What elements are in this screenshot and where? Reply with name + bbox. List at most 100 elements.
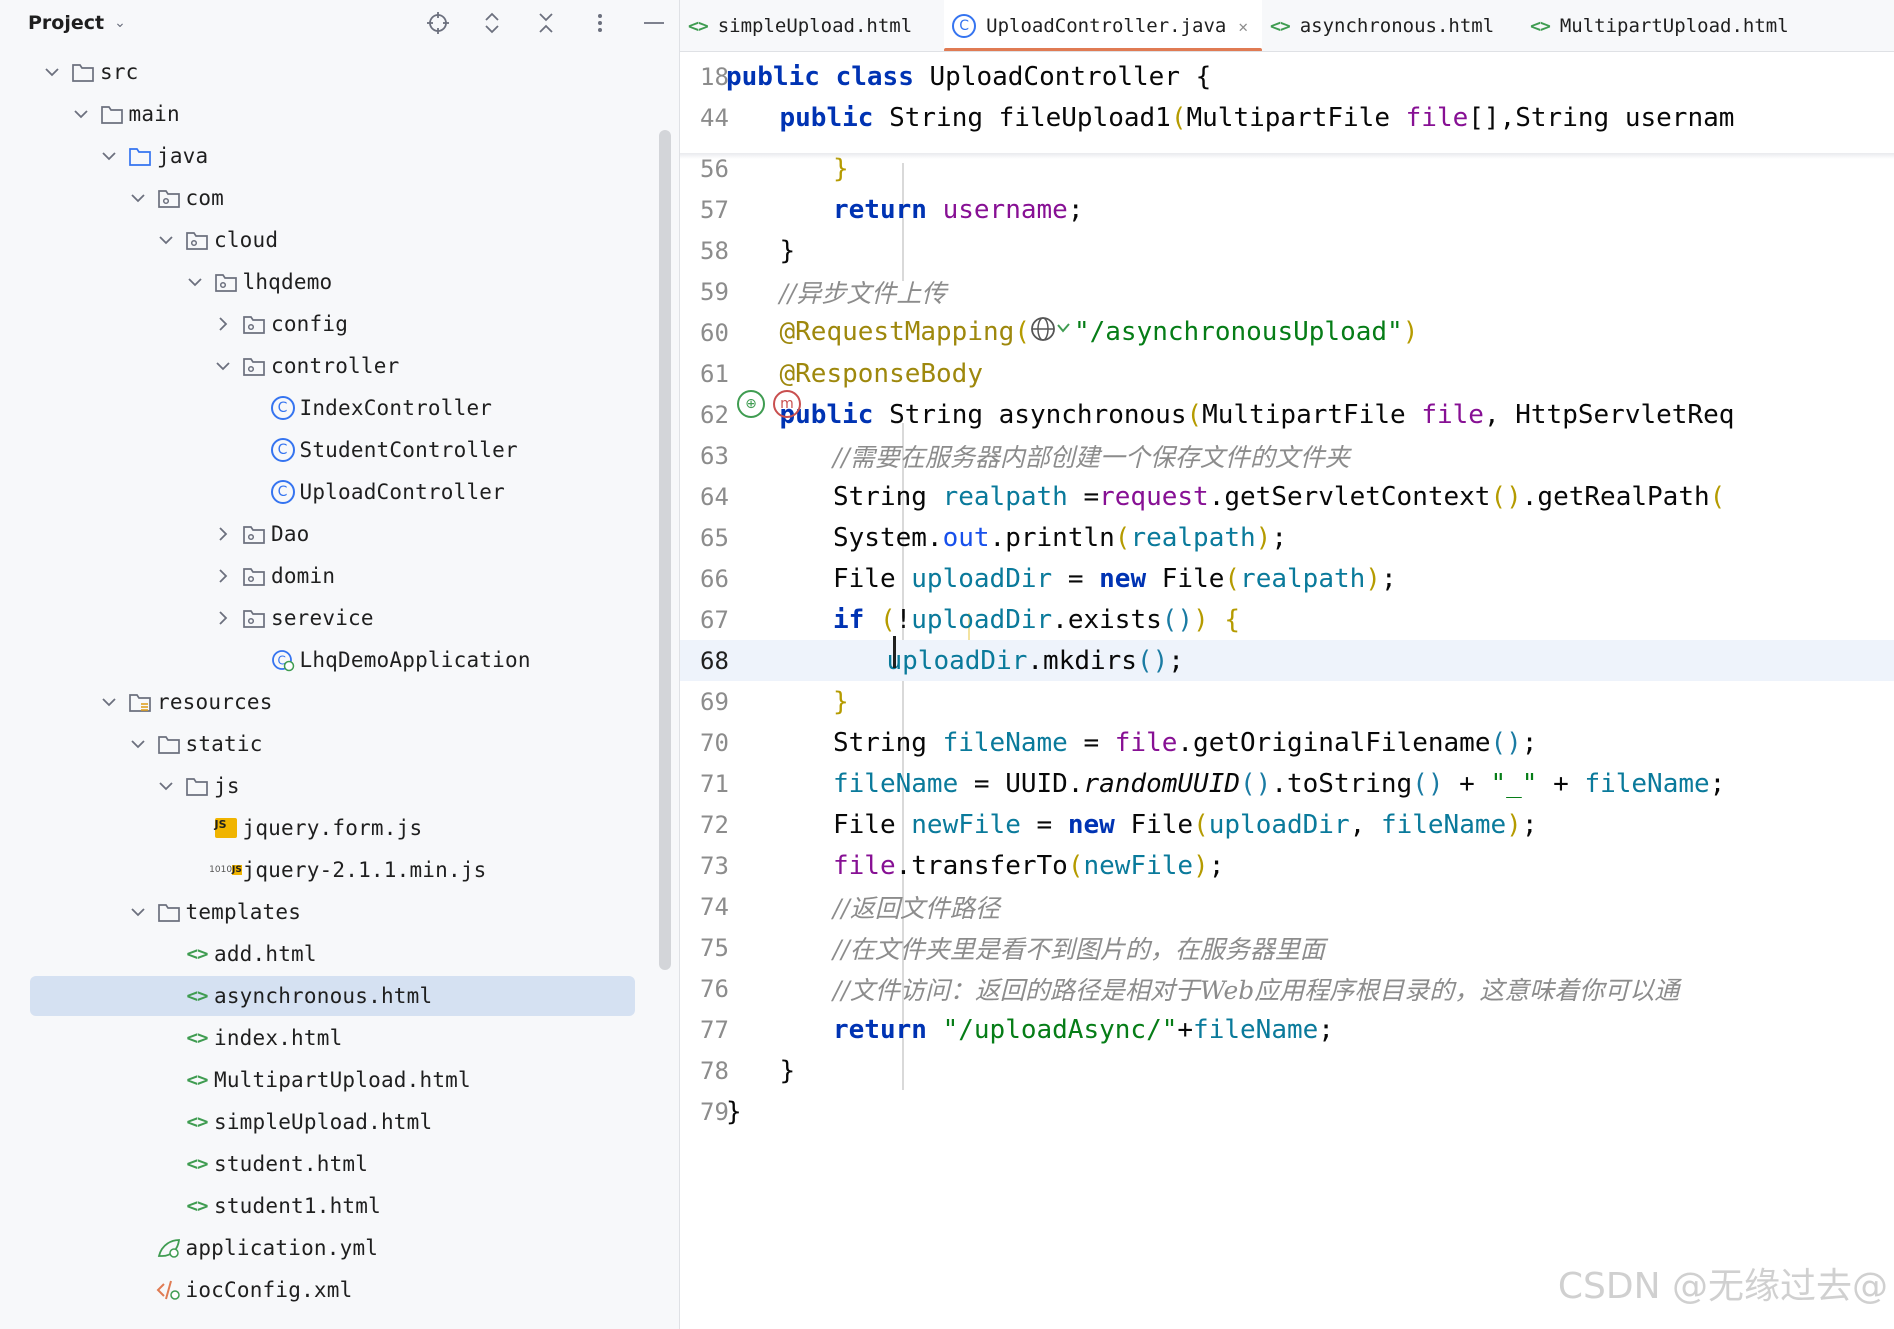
code-line[interactable]: 61 @ResponseBody (680, 353, 1894, 394)
tree-item[interactable]: <> index.html (0, 1017, 659, 1059)
code-line[interactable]: 77 return "/uploadAsync/"+fileName; (680, 1009, 1894, 1050)
tree-item[interactable]: <> simpleUpload.html (0, 1101, 659, 1143)
chevron-down-icon[interactable] (97, 150, 121, 162)
chevron-down-icon[interactable] (126, 738, 150, 750)
tree-item[interactable]: com (0, 177, 659, 219)
tree-item[interactable]: <> asynchronous.html (0, 975, 659, 1017)
code-line[interactable]: 65 System.out.println(realpath); (680, 517, 1894, 558)
chevron-right-icon[interactable] (211, 610, 235, 626)
code-line[interactable]: 69} (680, 681, 1894, 722)
chevron-down-icon[interactable] (40, 66, 64, 78)
tab-uploadcontroller-java[interactable]: C UploadController.java ✕ (944, 0, 1263, 51)
tab-multipartupload-html[interactable]: <> MultipartUpload.html (1522, 0, 1802, 51)
tree-item[interactable]: src (0, 51, 659, 93)
tree-item[interactable]: 1010JS jquery-2.1.1.min.js (0, 849, 659, 891)
code-line[interactable]: 60 @RequestMapping("/asynchronousUpload") (680, 312, 1894, 353)
locate-icon[interactable] (425, 10, 451, 36)
chevron-down-icon[interactable] (97, 696, 121, 708)
collapse-all-icon[interactable] (533, 10, 559, 36)
tree-item[interactable]: C StudentController (0, 429, 659, 471)
code-text: //需要在服务器内部创建一个保存文件的文件夹 (833, 438, 1350, 474)
tree-item[interactable]: cloud (0, 219, 659, 261)
hide-panel-icon[interactable] (641, 10, 667, 36)
tree-item[interactable]: C UploadController (0, 471, 659, 513)
chevron-down-icon[interactable] (211, 360, 235, 372)
code-line[interactable]: 78} (680, 1050, 1894, 1091)
expand-all-icon[interactable] (479, 10, 505, 36)
sticky-code-line[interactable]: 44 public String fileUpload1(MultipartFil… (680, 97, 1894, 138)
sticky-code-line[interactable]: 18 public class UploadController { (680, 56, 1894, 97)
chevron-down-icon[interactable] (183, 276, 207, 288)
web-endpoint-icon[interactable]: ⊕ (737, 390, 765, 418)
tree-item[interactable]: config (0, 303, 659, 345)
tree-item[interactable]: domin (0, 555, 659, 597)
code-token: .toString (1271, 768, 1413, 799)
tree-item[interactable]: C IndexController (0, 387, 659, 429)
chevron-right-icon[interactable] (211, 568, 235, 584)
code-line[interactable]: 63 //需要在服务器内部创建一个保存文件的文件夹 (680, 435, 1894, 476)
tab-simpleupload-html[interactable]: <> simpleUpload.html (680, 0, 926, 51)
code-line[interactable]: 66 File uploadDir = new File(realpath); (680, 558, 1894, 599)
chevron-down-icon[interactable] (154, 234, 178, 246)
code-editor[interactable]: 18 public class UploadController {44 publi… (680, 53, 1894, 1329)
code-text: //返回文件路径 (833, 889, 1000, 925)
more-options-icon[interactable] (587, 10, 613, 36)
chevron-down-icon[interactable] (126, 192, 150, 204)
tree-item-label: com (185, 186, 225, 210)
tab-asynchronous-html[interactable]: <> asynchronous.html (1262, 0, 1508, 51)
tree-item[interactable]: main (0, 93, 659, 135)
tree-item[interactable]: js (0, 765, 659, 807)
tree-item[interactable]: JS jquery.form.js (0, 807, 659, 849)
code-line[interactable]: 59 //异步文件上传 (680, 271, 1894, 312)
code-token: randomUUID (1083, 768, 1241, 799)
tree-item-label: student.html (214, 1152, 369, 1176)
chevron-down-icon[interactable] (154, 780, 178, 792)
code-line[interactable]: 58} (680, 230, 1894, 271)
code-line[interactable]: 75 //在文件夹里是看不到图片的，在服务器里面 (680, 927, 1894, 968)
code-line[interactable]: 68 uploadDir.mkdirs(); (680, 640, 1894, 681)
tree-item[interactable]: <> MultipartUpload.html (0, 1059, 659, 1101)
code-line[interactable]: 67 if (!uploadDir.exists()) { (680, 599, 1894, 640)
tree-item[interactable]: C LhqDemoApplication (0, 639, 659, 681)
tree-scrollbar[interactable] (659, 130, 671, 970)
code-line[interactable]: 72 File newFile = new File(uploadDir, fil… (680, 804, 1894, 845)
code-token: ( (1170, 102, 1187, 133)
code-line[interactable]: 73 file.transferTo(newFile); (680, 845, 1894, 886)
code-line[interactable]: 57 return username; (680, 189, 1894, 230)
code-line[interactable]: 70 String fileName = file.getOriginalFile… (680, 722, 1894, 763)
code-token: ; (1168, 645, 1184, 676)
code-line[interactable]: 76 //文件访问：返回的路径是相对于Web应用程序根目录的，这意味着你可以通 (680, 968, 1894, 1009)
tree-item[interactable]: application.yml (0, 1227, 659, 1269)
code-line[interactable]: 79} (680, 1091, 1894, 1132)
code-token: "_" (1490, 768, 1538, 799)
tree-item[interactable]: static (0, 723, 659, 765)
chevron-down-icon[interactable] (126, 906, 150, 918)
chevron-right-icon[interactable] (211, 316, 235, 332)
tree-item[interactable]: serevice (0, 597, 659, 639)
code-line[interactable]: 64 String realpath =request.getServletCon… (680, 476, 1894, 517)
chevron-right-icon[interactable] (211, 526, 235, 542)
mapping-navigate-icon[interactable]: m (773, 390, 801, 418)
tree-item[interactable]: <> student1.html (0, 1185, 659, 1227)
tree-item[interactable]: java (0, 135, 659, 177)
tree-item[interactable]: Dao (0, 513, 659, 555)
tree-item[interactable]: controller (0, 345, 659, 387)
project-view-selector[interactable]: Project ⌄ (28, 12, 126, 34)
tree-item[interactable]: iocConfig.xml (0, 1269, 659, 1311)
tree-item[interactable]: <> add.html (0, 933, 659, 975)
code-line[interactable]: 62 public String asynchronous(MultipartFi… (680, 394, 1894, 435)
tree-item[interactable]: resources (0, 681, 659, 723)
chevron-down-icon[interactable] (69, 108, 93, 120)
tree-item[interactable]: lhqdemo (0, 261, 659, 303)
code-token: ; (1318, 1014, 1334, 1045)
globe-icon[interactable] (1030, 315, 1074, 350)
tree-item[interactable]: <> student.html (0, 1143, 659, 1185)
project-tree: src main java com cloud lhqdemo config controll… (0, 51, 659, 1311)
tree-item[interactable]: templates (0, 891, 659, 933)
tree-item-label: js (214, 774, 240, 798)
code-line[interactable]: 71 fileName = UUID.randomUUID().toString(… (680, 763, 1894, 804)
close-icon[interactable]: ✕ (1238, 17, 1248, 36)
code-line[interactable]: 74 //返回文件路径 (680, 886, 1894, 927)
code-token: fileName (1193, 1014, 1319, 1045)
tree-item-label: add.html (214, 942, 317, 966)
